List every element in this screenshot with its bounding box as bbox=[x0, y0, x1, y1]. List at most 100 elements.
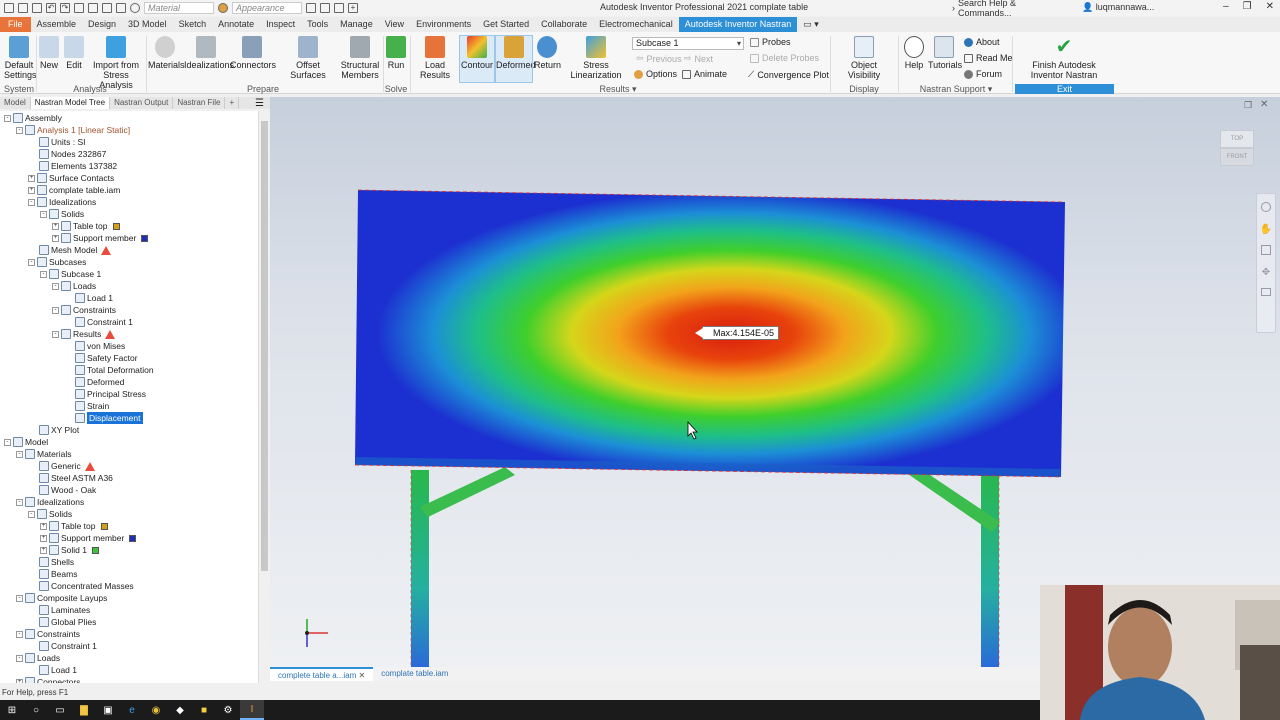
tree-item[interactable]: Laminates bbox=[28, 604, 90, 616]
add-tab-icon[interactable]: + bbox=[225, 97, 240, 109]
tab-nastran-output[interactable]: Nastran Output bbox=[110, 97, 174, 109]
tab-environments[interactable]: Environments bbox=[410, 17, 477, 32]
expand-icon[interactable]: + bbox=[52, 222, 59, 230]
doc-tab-complete-table-a[interactable]: complete table a...iam ✕ bbox=[270, 667, 374, 681]
tree-item[interactable]: - Idealizations bbox=[16, 496, 84, 508]
import-stress-analysis-button[interactable]: Import from Stress Analysis bbox=[88, 36, 144, 90]
expand-icon[interactable]: + bbox=[28, 186, 35, 194]
select-icon[interactable] bbox=[88, 3, 98, 13]
help-button[interactable]: Help bbox=[902, 36, 926, 70]
finish-nastran-button[interactable]: ✔ Finish Autodesk Inventor Nastran bbox=[1016, 36, 1112, 80]
appearance-combo[interactable]: Appearance bbox=[232, 2, 302, 14]
collapse-icon[interactable]: - bbox=[40, 270, 47, 278]
viewcube[interactable]: TOP FRONT bbox=[1220, 130, 1256, 172]
tree-item[interactable]: + Support member bbox=[40, 532, 137, 544]
undo-icon[interactable]: ↶ bbox=[46, 3, 56, 13]
object-visibility-button[interactable]: Object Visibility bbox=[836, 36, 892, 80]
steering-wheel-icon[interactable] bbox=[1261, 202, 1271, 212]
tree-item[interactable]: - Constraints bbox=[16, 628, 80, 640]
deformed-button[interactable]: Deformed bbox=[495, 35, 536, 83]
restore-icon[interactable]: ❐ bbox=[1243, 1, 1252, 12]
tree-item[interactable]: Elements 137382 bbox=[28, 160, 117, 172]
convergence-plot-button[interactable]: ⟋ Convergence Plot bbox=[748, 69, 829, 80]
tab-design[interactable]: Design bbox=[82, 17, 122, 32]
notes-icon[interactable]: ■ bbox=[192, 700, 216, 720]
collapse-icon[interactable]: - bbox=[16, 630, 23, 638]
delete-probes-button[interactable]: Delete Probes bbox=[750, 53, 819, 63]
collapse-icon[interactable]: - bbox=[4, 114, 11, 122]
tab-electromechanical[interactable]: Electromechanical bbox=[593, 17, 679, 32]
tree-item[interactable]: - Idealizations bbox=[28, 196, 96, 208]
ribbon-options-icon[interactable]: ▭ ▾ bbox=[797, 17, 825, 32]
tree-item[interactable]: Generic bbox=[28, 460, 95, 472]
maximize-icon[interactable]: ❐ bbox=[1244, 100, 1252, 111]
tree-item[interactable]: Units : SI bbox=[28, 136, 85, 148]
stress-linearization-button[interactable]: Stress Linearization bbox=[562, 36, 630, 80]
viewport-close-icon[interactable]: ✕ bbox=[1260, 99, 1268, 110]
tree-item[interactable]: Shells bbox=[28, 556, 74, 568]
collapse-icon[interactable]: - bbox=[16, 654, 23, 662]
expand-icon[interactable]: + bbox=[28, 174, 35, 182]
home-icon[interactable] bbox=[74, 3, 84, 13]
probes-button[interactable]: Probes bbox=[750, 37, 791, 47]
tab-get-started[interactable]: Get Started bbox=[477, 17, 535, 32]
expand-icon[interactable]: + bbox=[40, 522, 47, 530]
tree-item[interactable]: - Subcase 1 bbox=[40, 268, 101, 280]
connectors-button[interactable]: Connectors bbox=[230, 36, 276, 70]
minimize-icon[interactable]: – bbox=[1223, 1, 1229, 12]
collapse-icon[interactable]: - bbox=[28, 510, 35, 518]
next-button[interactable]: ⇨ Next bbox=[684, 53, 713, 64]
tree-item[interactable]: Nodes 232867 bbox=[28, 148, 106, 160]
expand-icon[interactable]: + bbox=[40, 534, 47, 542]
tree-item[interactable]: - Composite Layups bbox=[16, 592, 107, 604]
tab-nastran-file[interactable]: Nastran File bbox=[173, 97, 226, 109]
tree-item[interactable]: Concentrated Masses bbox=[28, 580, 134, 592]
collapse-icon[interactable]: - bbox=[52, 330, 59, 338]
tree-scrollbar-thumb[interactable] bbox=[261, 121, 268, 571]
load-results-button[interactable]: Load Results bbox=[412, 36, 458, 80]
tab-nastran-model-tree[interactable]: Nastran Model Tree bbox=[30, 97, 111, 109]
plus-icon[interactable]: + bbox=[348, 3, 358, 13]
tree-item[interactable]: - Model bbox=[4, 436, 48, 448]
subcase-select[interactable]: Subcase 1 bbox=[632, 37, 744, 50]
previous-button[interactable]: ⇦ Previous bbox=[636, 53, 682, 64]
tree-item[interactable]: - Assembly bbox=[4, 112, 62, 124]
contour-button[interactable]: Contour bbox=[459, 35, 495, 83]
expand-icon[interactable]: + bbox=[16, 678, 23, 683]
doc-tab-complate-table[interactable]: complate table.iam bbox=[373, 667, 456, 681]
open-file-icon[interactable] bbox=[18, 3, 28, 13]
tree-item[interactable]: - Solids bbox=[28, 508, 72, 520]
fx-icon[interactable] bbox=[334, 3, 344, 13]
tab-inspect[interactable]: Inspect bbox=[260, 17, 301, 32]
file-explorer-icon[interactable]: ▇ bbox=[72, 700, 96, 720]
tree-item[interactable]: + Solid 1 bbox=[40, 544, 99, 556]
group-results[interactable]: Results ▾ bbox=[596, 84, 640, 95]
edge-icon[interactable]: e bbox=[120, 700, 144, 720]
tree-item[interactable]: Safety Factor bbox=[64, 352, 138, 364]
read-me-button[interactable]: Read Me bbox=[964, 53, 1013, 63]
collapse-icon[interactable]: - bbox=[52, 306, 59, 314]
tree-item[interactable]: - Solids bbox=[40, 208, 84, 220]
tab-autodesk-inventor-nastran[interactable]: Autodesk Inventor Nastran bbox=[678, 17, 798, 32]
tree-item[interactable]: Total Deformation bbox=[64, 364, 154, 376]
graphics-viewport[interactable]: Max:4.154E-05 TOP FRONT ❐ ✕ ✋ ✥ bbox=[270, 97, 1280, 667]
tab-assemble[interactable]: Assemble bbox=[31, 17, 83, 32]
redo-icon[interactable]: ↷ bbox=[60, 3, 70, 13]
group-nastran-support[interactable]: Nastran Support ▾ bbox=[916, 84, 996, 95]
collapse-icon[interactable]: - bbox=[16, 126, 23, 134]
expand-icon[interactable]: + bbox=[52, 234, 59, 242]
new-analysis-button[interactable]: New bbox=[38, 36, 60, 70]
store-icon[interactable]: ▣ bbox=[96, 700, 120, 720]
measure-icon[interactable] bbox=[102, 3, 112, 13]
animate-button[interactable]: Animate bbox=[682, 69, 727, 79]
tree-item[interactable]: Steel ASTM A36 bbox=[28, 472, 113, 484]
idealizations-button[interactable]: Idealizations bbox=[184, 36, 234, 70]
windows-start-icon[interactable]: ⊞ bbox=[0, 700, 24, 720]
tree-item[interactable]: + complate table.iam bbox=[28, 184, 120, 196]
offset-surfaces-button[interactable]: Offset Surfaces bbox=[280, 36, 336, 80]
new-file-icon[interactable] bbox=[4, 3, 14, 13]
material-combo[interactable]: Material bbox=[144, 2, 214, 14]
task-view-icon[interactable]: ▭ bbox=[48, 700, 72, 720]
tree-item[interactable]: Load 1 bbox=[28, 664, 77, 676]
return-button[interactable]: Return bbox=[534, 36, 561, 70]
